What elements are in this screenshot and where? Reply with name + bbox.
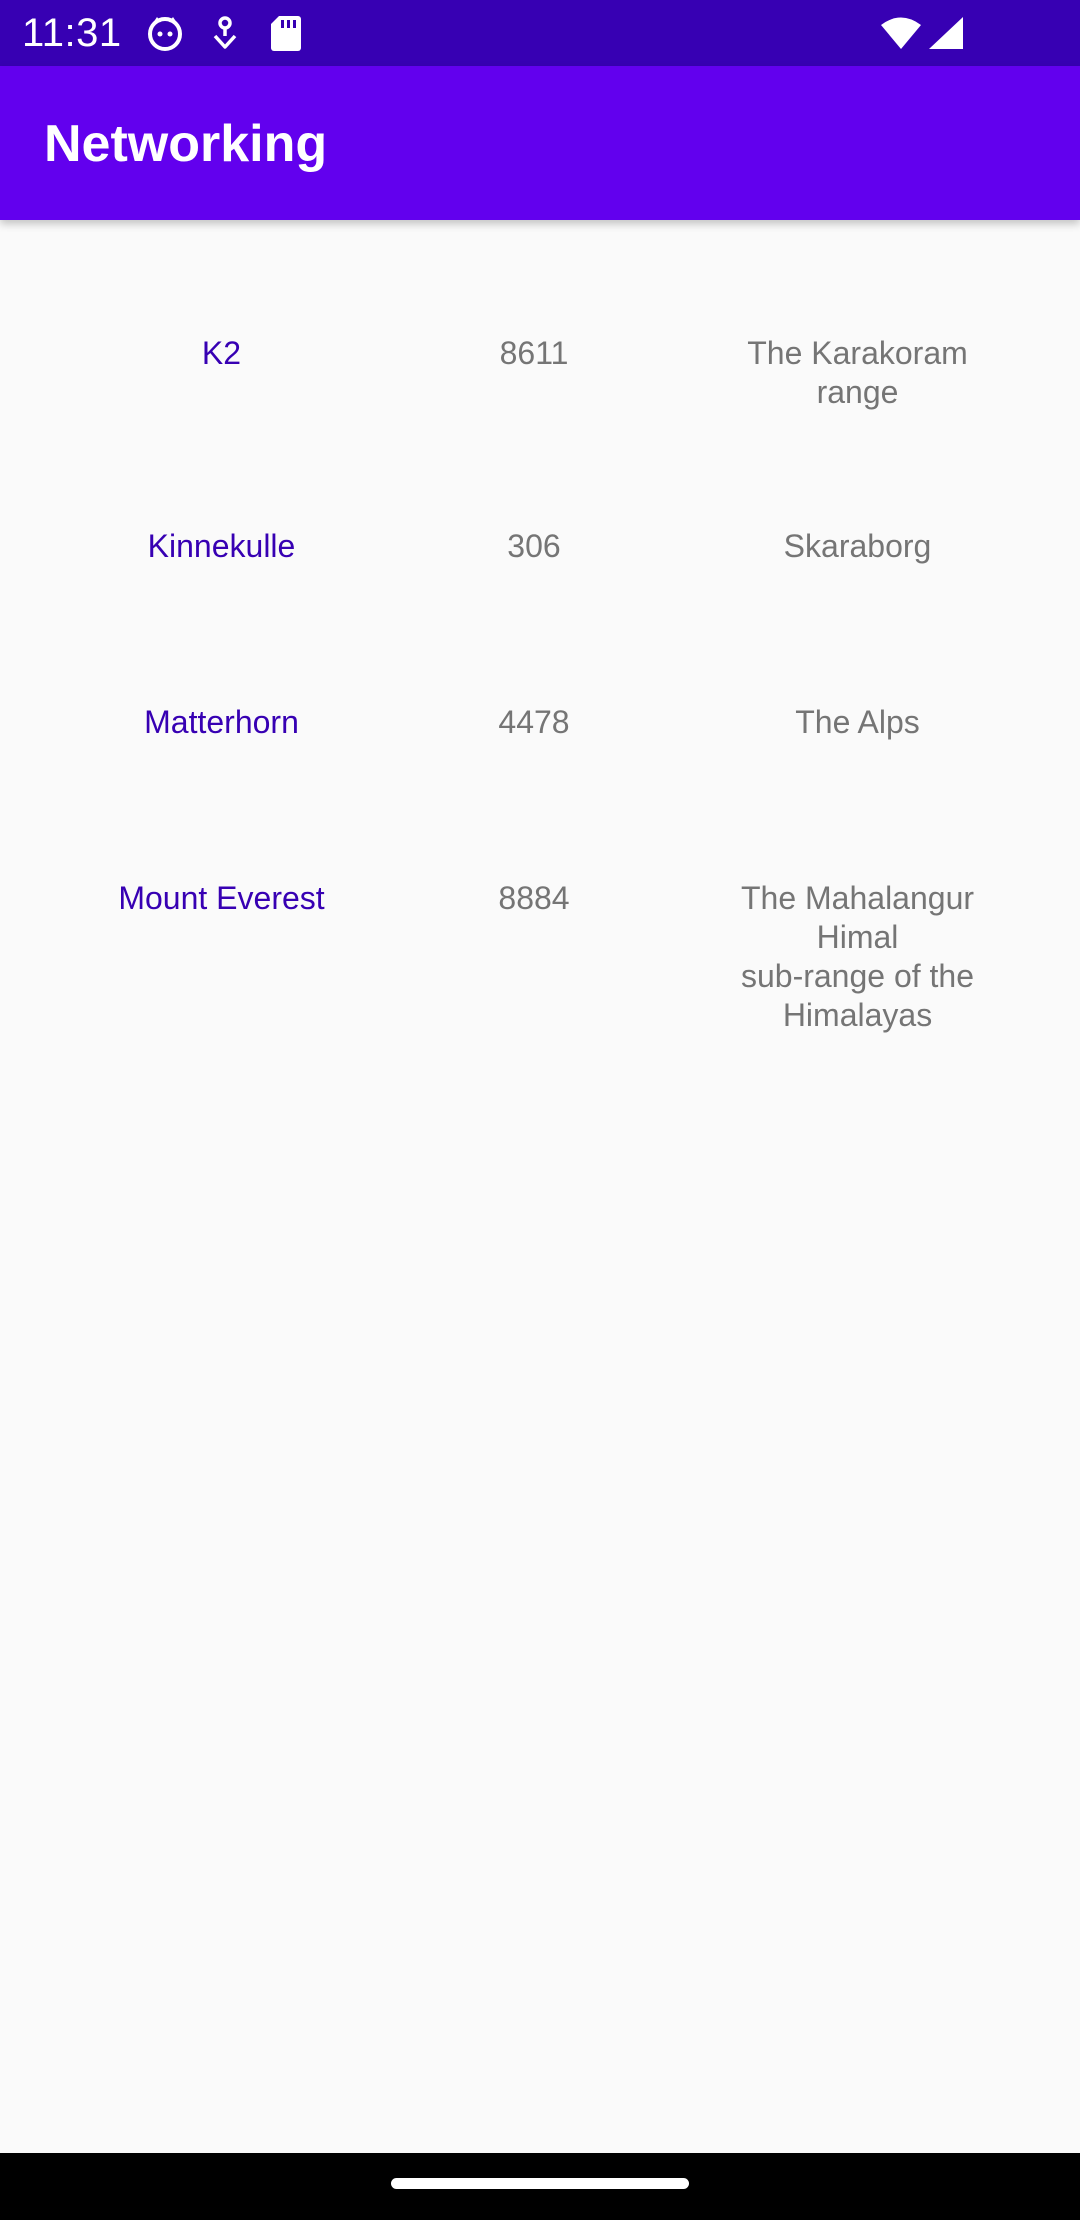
mountain-location: The Alps [795, 704, 920, 740]
mountain-name: Mount Everest [118, 880, 325, 916]
status-bar: 11:31 [0, 0, 1080, 66]
mountain-name: K2 [201, 335, 242, 371]
status-time: 11:31 [22, 11, 122, 55]
face-notification-icon [146, 14, 184, 52]
wifi-icon [880, 16, 922, 54]
app-title: Networking [44, 115, 328, 173]
list-item[interactable]: K2 8611 The Karakoram range [0, 220, 1080, 413]
navigation-bar [0, 2153, 1080, 2220]
mountain-name: Kinnekulle [147, 528, 296, 564]
mountain-name: Matterhorn [144, 704, 299, 740]
home-gesture-handle[interactable] [391, 2178, 689, 2189]
list-item[interactable]: Kinnekulle 306 Skaraborg [0, 413, 1080, 589]
screen: 11:31 Networking K2 8611 The Karakoram r… [0, 0, 1080, 2220]
mountain-height: 306 [507, 528, 561, 564]
mountain-location: Skaraborg [783, 528, 932, 564]
sd-card-icon [270, 14, 302, 52]
list-item[interactable]: Matterhorn 4478 The Alps [0, 589, 1080, 765]
mountain-height: 8884 [498, 880, 570, 916]
mountain-height: 8611 [499, 335, 569, 371]
download-notification-icon [208, 14, 242, 52]
app-bar: Networking [0, 66, 1080, 220]
mountain-location: The Karakoram range [747, 335, 968, 410]
mountain-list[interactable]: K2 8611 The Karakoram range Kinnekulle 3… [0, 220, 1080, 1065]
mountain-location: The Mahalangur Himal sub-range of the Hi… [740, 880, 975, 1033]
mountain-height: 4478 [498, 704, 570, 740]
signal-icon [928, 16, 964, 54]
list-item[interactable]: Mount Everest 8884 The Mahalangur Himal … [0, 765, 1080, 1065]
